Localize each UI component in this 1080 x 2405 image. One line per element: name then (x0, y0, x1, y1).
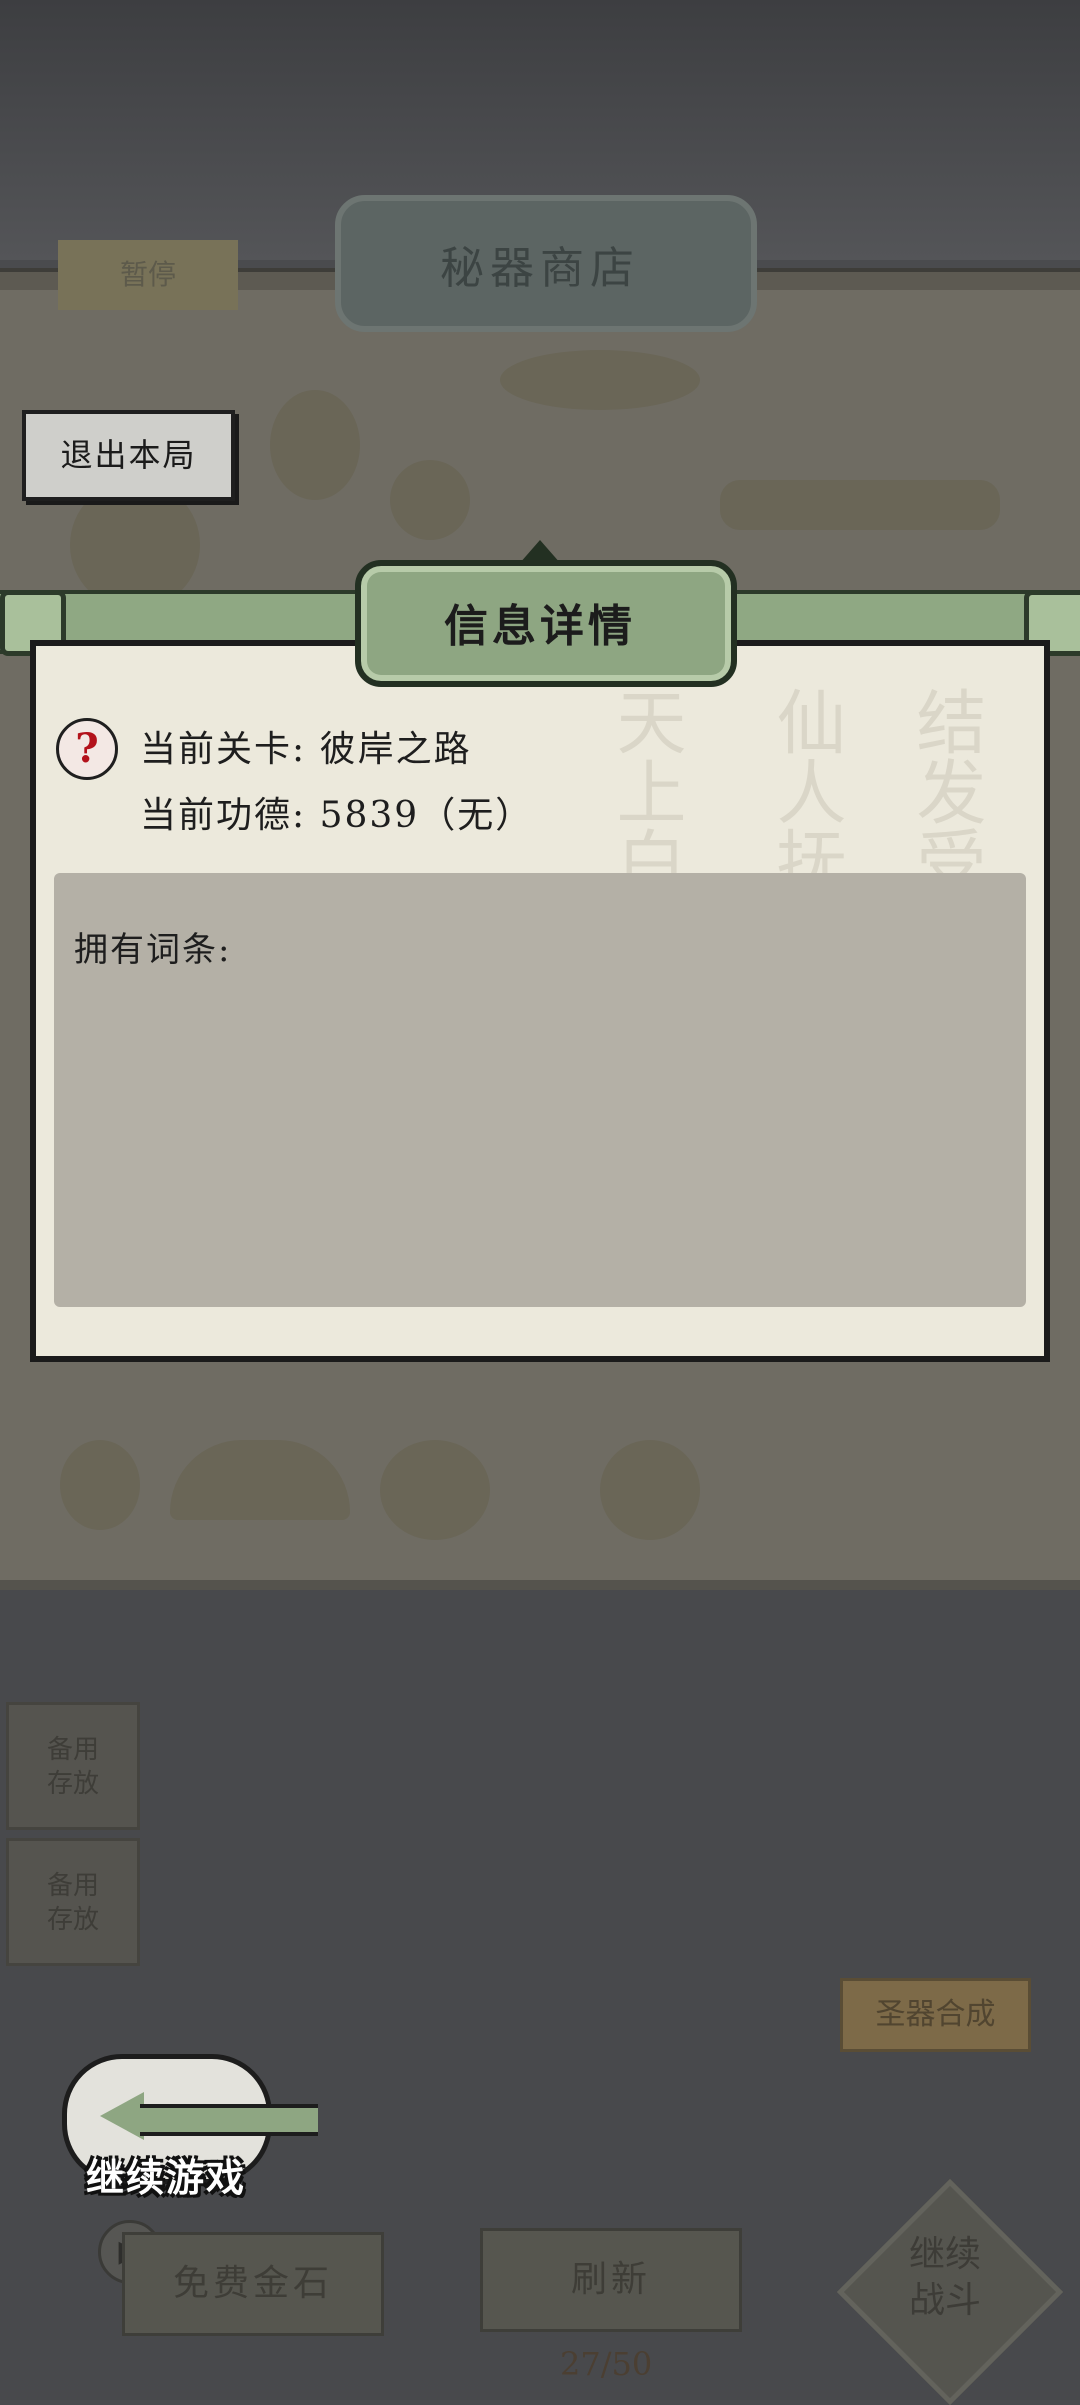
dialog-title: 信息详情 (444, 601, 636, 652)
shop-title: 秘器商店 (440, 243, 640, 294)
synth-button: 圣器合成 (840, 1978, 1031, 2052)
scroll-item-icon (720, 480, 1000, 530)
current-merit-text: 当前功德: 5839（无） (140, 795, 534, 836)
traits-label: 拥有词条: (74, 930, 232, 970)
refresh-button: 刷新 (480, 2228, 742, 2332)
continue-fight-label: 继续 战斗 (908, 2234, 981, 2321)
back-arrow-icon (100, 2092, 144, 2140)
current-level-text: 当前关卡: 彼岸之路 (140, 729, 472, 770)
beetle-item-icon (270, 390, 360, 500)
free-gold-button: 免费金石 (122, 2232, 384, 2336)
continue-game-label[interactable]: 继续游戏 (86, 2147, 246, 2202)
help-icon[interactable]: ? (56, 718, 118, 780)
bag-item-icon (380, 1440, 490, 1540)
side-slot-2: 备用 存放 (6, 1838, 140, 1966)
shield-item-icon-2 (60, 1440, 140, 1530)
horn-item-icon (500, 350, 700, 410)
side-slot-1: 备用 存放 (6, 1702, 140, 1830)
fan-item-icon (170, 1440, 350, 1520)
back-arrow-shaft (140, 2104, 318, 2136)
counter: 27/50 (560, 2345, 653, 2383)
side-slot-2-label: 备用 存放 (46, 1871, 99, 1935)
side-slot-1-label: 备用 存放 (46, 1735, 99, 1799)
exit-round-button[interactable]: 退出本局 (22, 410, 235, 501)
pouch-item-icon (600, 1440, 700, 1540)
shield-item-icon (390, 460, 470, 540)
pause-tab: 暂停 (58, 240, 238, 310)
